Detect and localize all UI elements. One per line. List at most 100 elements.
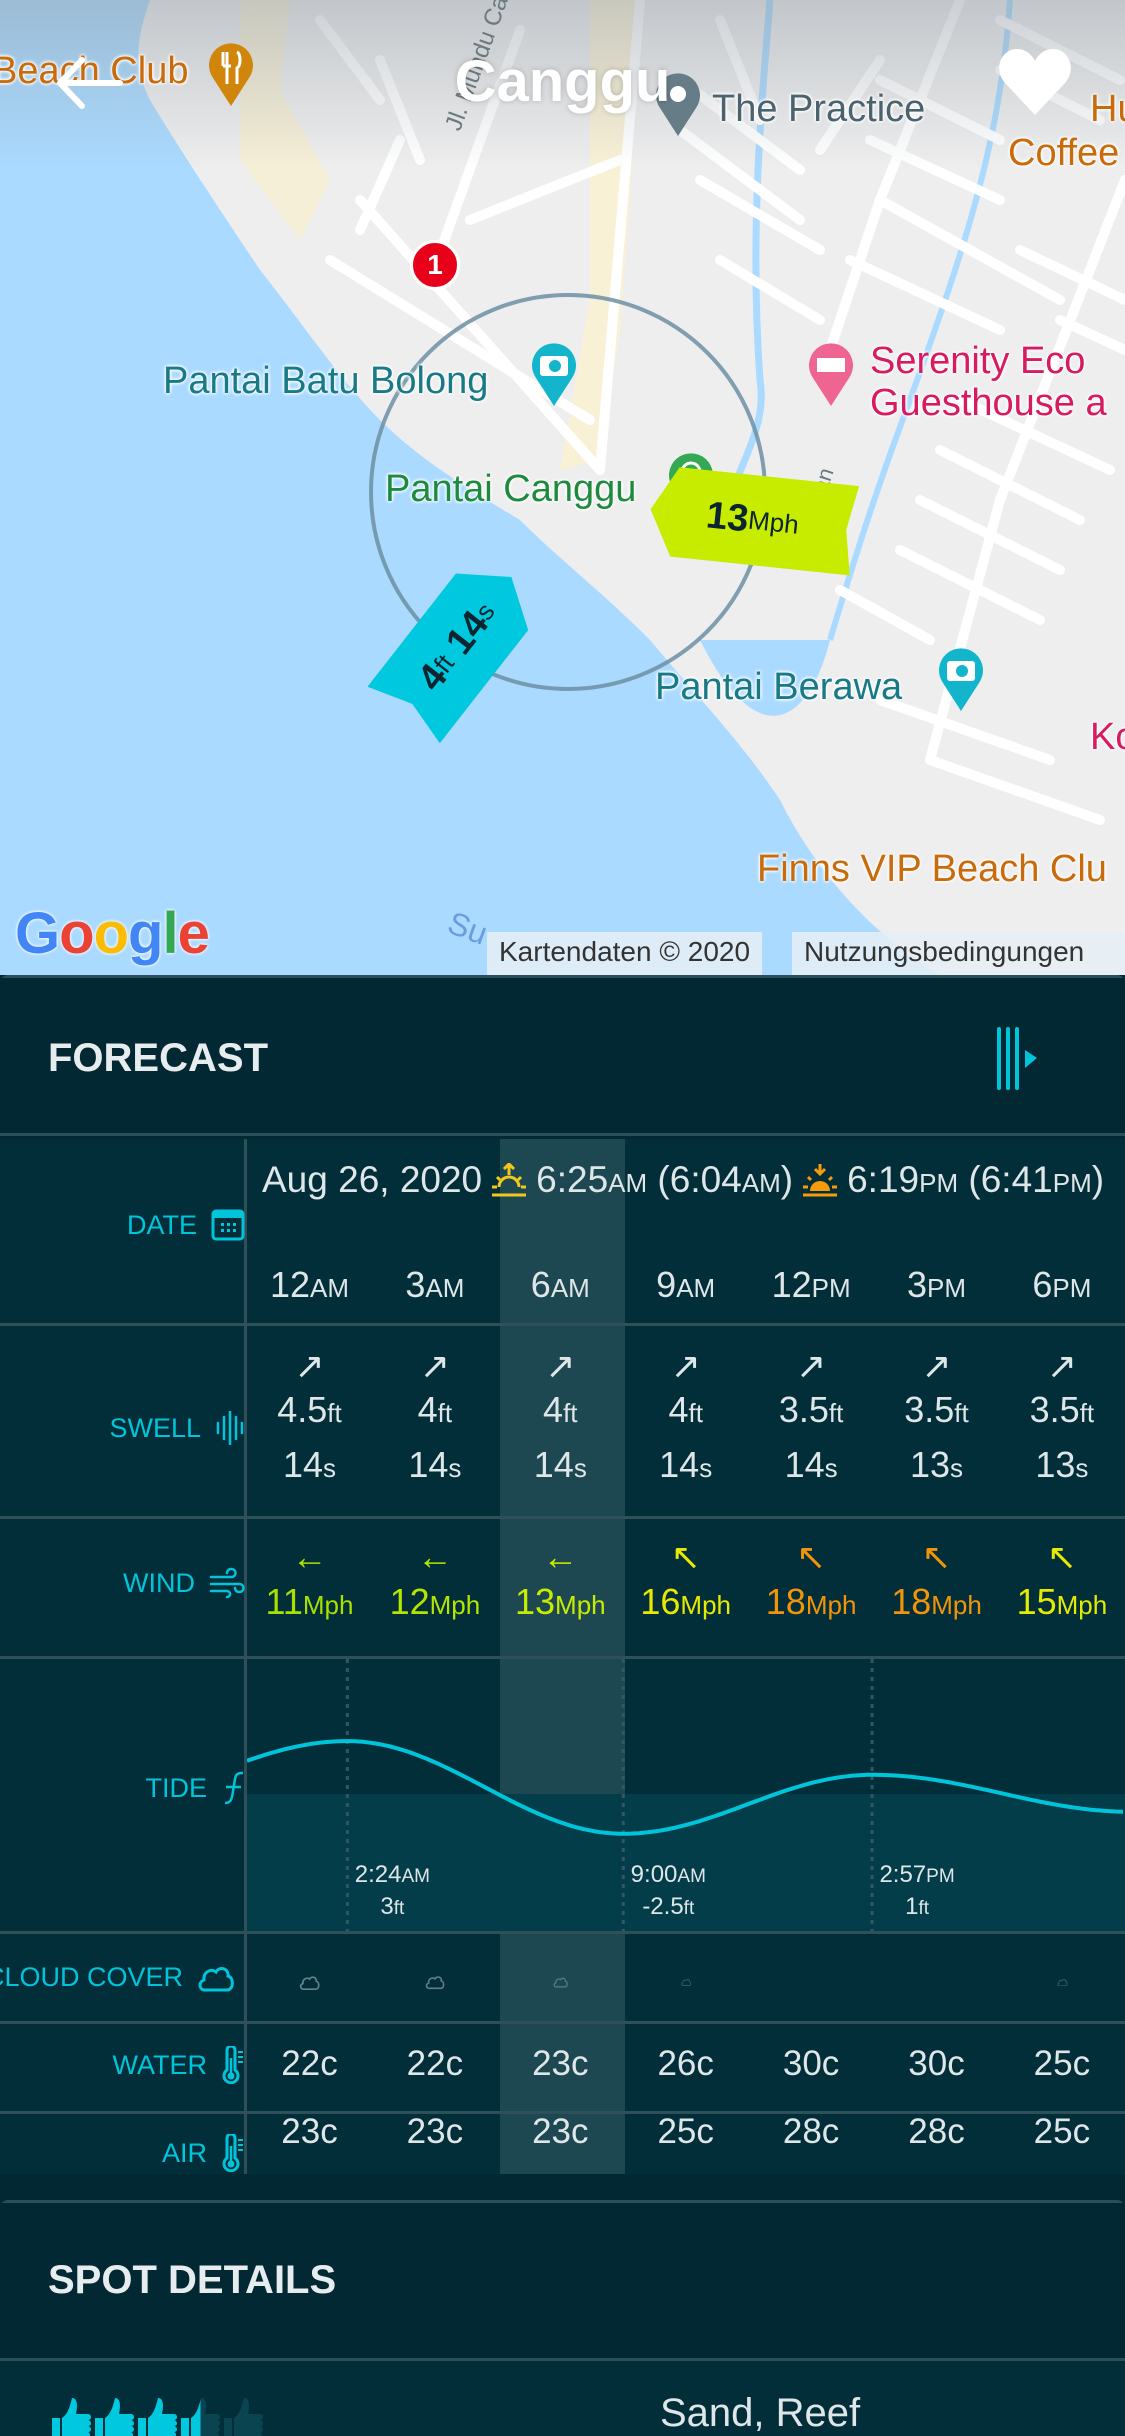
photo-spot-pin-icon-2[interactable] xyxy=(935,645,987,713)
cloud-cover-row: CLOUD COVER xyxy=(0,1934,1125,2024)
water-temp-cell: 22c xyxy=(406,2044,464,2083)
thumbs-up-rating-icon xyxy=(138,2398,177,2436)
swell-period-unit: s xyxy=(323,1453,337,1483)
air-label-text: AIR xyxy=(161,2137,207,2168)
wind-cell[interactable]: ← 13Mph xyxy=(498,1539,623,1632)
hour-ampm: AM xyxy=(310,1273,350,1303)
wind-cell[interactable]: ↖ 18Mph xyxy=(749,1539,874,1632)
tide-row: TIDE 2:24AM 3ft 9:00AM -2.5ft 2:57PM 1ft xyxy=(0,1659,1125,1934)
swell-height-unit: ft xyxy=(1079,1398,1095,1428)
hour-column-header[interactable]: 12PM xyxy=(749,1264,874,1306)
wind-speed: 18 xyxy=(891,1581,932,1622)
map-label-batu-bolong[interactable]: Pantai Batu Bolong xyxy=(163,360,488,403)
heart-icon xyxy=(999,49,1071,115)
swell-height-unit: ft xyxy=(688,1398,703,1428)
water-row-label: WATER xyxy=(113,2046,246,2084)
swell-height: 4 xyxy=(543,1389,564,1430)
hotel-pin-icon[interactable] xyxy=(805,340,857,408)
spot-details-panel: SPOT DETAILS Sand, Reef xyxy=(0,2200,1125,2436)
swell-height: 4.5 xyxy=(277,1389,328,1430)
swell-cell[interactable]: ↗ 3.5ft 14s xyxy=(749,1348,874,1494)
wind-direction-arrow-icon: ← xyxy=(291,1536,328,1577)
swell-cell[interactable]: ↗ 4ft 14s xyxy=(498,1348,623,1494)
map-number-marker[interactable]: 1 xyxy=(410,240,460,290)
swell-period-unit: s xyxy=(950,1453,964,1483)
swell-height-unit: ft xyxy=(954,1398,969,1428)
swell-row: SWELL ↗ 4.5ft 14s ↗ 4ft 14s ↗ 4ft 14s ↗ … xyxy=(0,1326,1125,1519)
wind-speed: 11 xyxy=(265,1581,303,1622)
swell-direction-arrow-icon: ↗ xyxy=(1046,1345,1077,1386)
swell-height: 4 xyxy=(668,1389,689,1430)
map-data-attribution[interactable]: Kartendaten © 2020 xyxy=(487,932,763,975)
hour-ampm: AM xyxy=(676,1273,716,1303)
wind-speed: 16 xyxy=(640,1581,681,1622)
tide-row-label: TIDE xyxy=(145,1771,245,1805)
timeline-play-icon[interactable] xyxy=(995,1026,1055,1091)
swell-period-unit: s xyxy=(448,1453,462,1483)
map-label-k[interactable]: Ko xyxy=(1090,716,1125,759)
hour-column-header[interactable]: 12AM xyxy=(247,1264,372,1306)
map-view[interactable]: Beach Club The Practice Hur Coffee Jl. M… xyxy=(0,0,1125,975)
photo-spot-pin-icon[interactable] xyxy=(528,340,580,408)
hour-column-header[interactable]: 3PM xyxy=(874,1264,999,1306)
hour-value: 12 xyxy=(771,1264,812,1305)
swell-height-unit: ft xyxy=(437,1398,453,1428)
first-light-time: 6:04 xyxy=(669,1159,742,1200)
tide-time: 9:00 xyxy=(630,1861,678,1888)
wind-cell[interactable]: ↖ 16Mph xyxy=(623,1539,748,1632)
hour-column-header[interactable]: 6AM xyxy=(498,1264,623,1306)
hour-column-header[interactable]: 3AM xyxy=(372,1264,497,1306)
sunrise-time-value: 6:25 xyxy=(536,1159,609,1200)
calendar-icon[interactable] xyxy=(211,1209,245,1241)
swell-period-unit: s xyxy=(573,1453,587,1483)
tide-ampm: PM xyxy=(926,1866,955,1887)
forecast-title: FORECAST xyxy=(48,1036,268,1080)
wind-cell[interactable]: ← 11Mph xyxy=(247,1539,372,1632)
tide-time: 2:57 xyxy=(879,1861,927,1888)
favorite-button[interactable] xyxy=(995,45,1075,120)
tide-extreme-label: 9:00AM -2.5ft xyxy=(608,1859,728,1924)
terms-of-use-link[interactable]: Nutzungsbedingungen xyxy=(792,932,1125,975)
forecast-date[interactable]: Aug 26, 2020 xyxy=(262,1159,482,1201)
swell-cell[interactable]: ↗ 4ft 14s xyxy=(623,1348,748,1494)
map-label-coffee-2[interactable]: Coffee xyxy=(1008,132,1119,175)
wind-cell[interactable]: ↖ 18Mph xyxy=(874,1539,999,1632)
spot-details-title: SPOT DETAILS xyxy=(48,2258,337,2302)
forecast-grid: DATE Aug 26, 2020 6:25AM (6:04AM) 6:19PM… xyxy=(0,1139,1125,2174)
swell-cell[interactable]: ↗ 4ft 14s xyxy=(372,1348,497,1494)
water-temp-cell: 30c xyxy=(782,2044,840,2083)
thumbs-up-rating-icon xyxy=(224,2398,263,2436)
hour-value: 3 xyxy=(906,1264,928,1305)
wind-cell[interactable]: ↖ 15Mph xyxy=(999,1539,1124,1632)
wind-direction-arrow-icon: ← xyxy=(416,1536,453,1577)
air-temp-cell: 23c xyxy=(281,2112,338,2151)
hour-column-header[interactable]: 9AM xyxy=(623,1264,748,1306)
tide-ampm: AM xyxy=(401,1866,430,1887)
wind-badge-speed: 13 xyxy=(704,493,751,540)
swell-height: 3.5 xyxy=(1029,1389,1080,1430)
swell-cell[interactable]: ↗ 4.5ft 14s xyxy=(247,1348,372,1494)
swell-cell[interactable]: ↗ 3.5ft 13s xyxy=(999,1348,1124,1494)
hour-value: 6 xyxy=(1032,1264,1053,1305)
map-label-berawa[interactable]: Pantai Berawa xyxy=(655,666,902,709)
wind-direction-arrow-icon: ↖ xyxy=(1046,1536,1077,1577)
map-label-finns[interactable]: Finns VIP Beach Clu xyxy=(757,848,1107,891)
map-label-serenity-2[interactable]: Guesthouse a xyxy=(870,382,1107,425)
spot-rating xyxy=(48,2396,263,2436)
water-thermometer-icon xyxy=(222,2046,243,2084)
wind-cell[interactable]: ← 12Mph xyxy=(372,1539,497,1632)
water-temp-cell: 22c xyxy=(281,2044,338,2083)
hour-ampm: AM xyxy=(425,1273,465,1303)
sunrise-ampm: AM xyxy=(608,1168,648,1198)
wind-speed-unit: Mph xyxy=(680,1590,731,1620)
map-label-pantai-canggu[interactable]: Pantai Canggu xyxy=(385,468,636,511)
swell-cell[interactable]: ↗ 3.5ft 13s xyxy=(874,1348,999,1494)
tide-height: 3 xyxy=(380,1893,394,1921)
hour-column-header[interactable]: 6PM xyxy=(999,1264,1124,1306)
forecast-header: FORECAST xyxy=(0,978,1125,1136)
map-label-serenity-1[interactable]: Serenity Eco xyxy=(870,340,1085,383)
air-thermometer-icon xyxy=(222,2134,243,2172)
wind-speed: 13 xyxy=(514,1581,556,1622)
swell-height-unit: ft xyxy=(828,1398,844,1428)
hour-ampm: AM xyxy=(550,1273,590,1303)
